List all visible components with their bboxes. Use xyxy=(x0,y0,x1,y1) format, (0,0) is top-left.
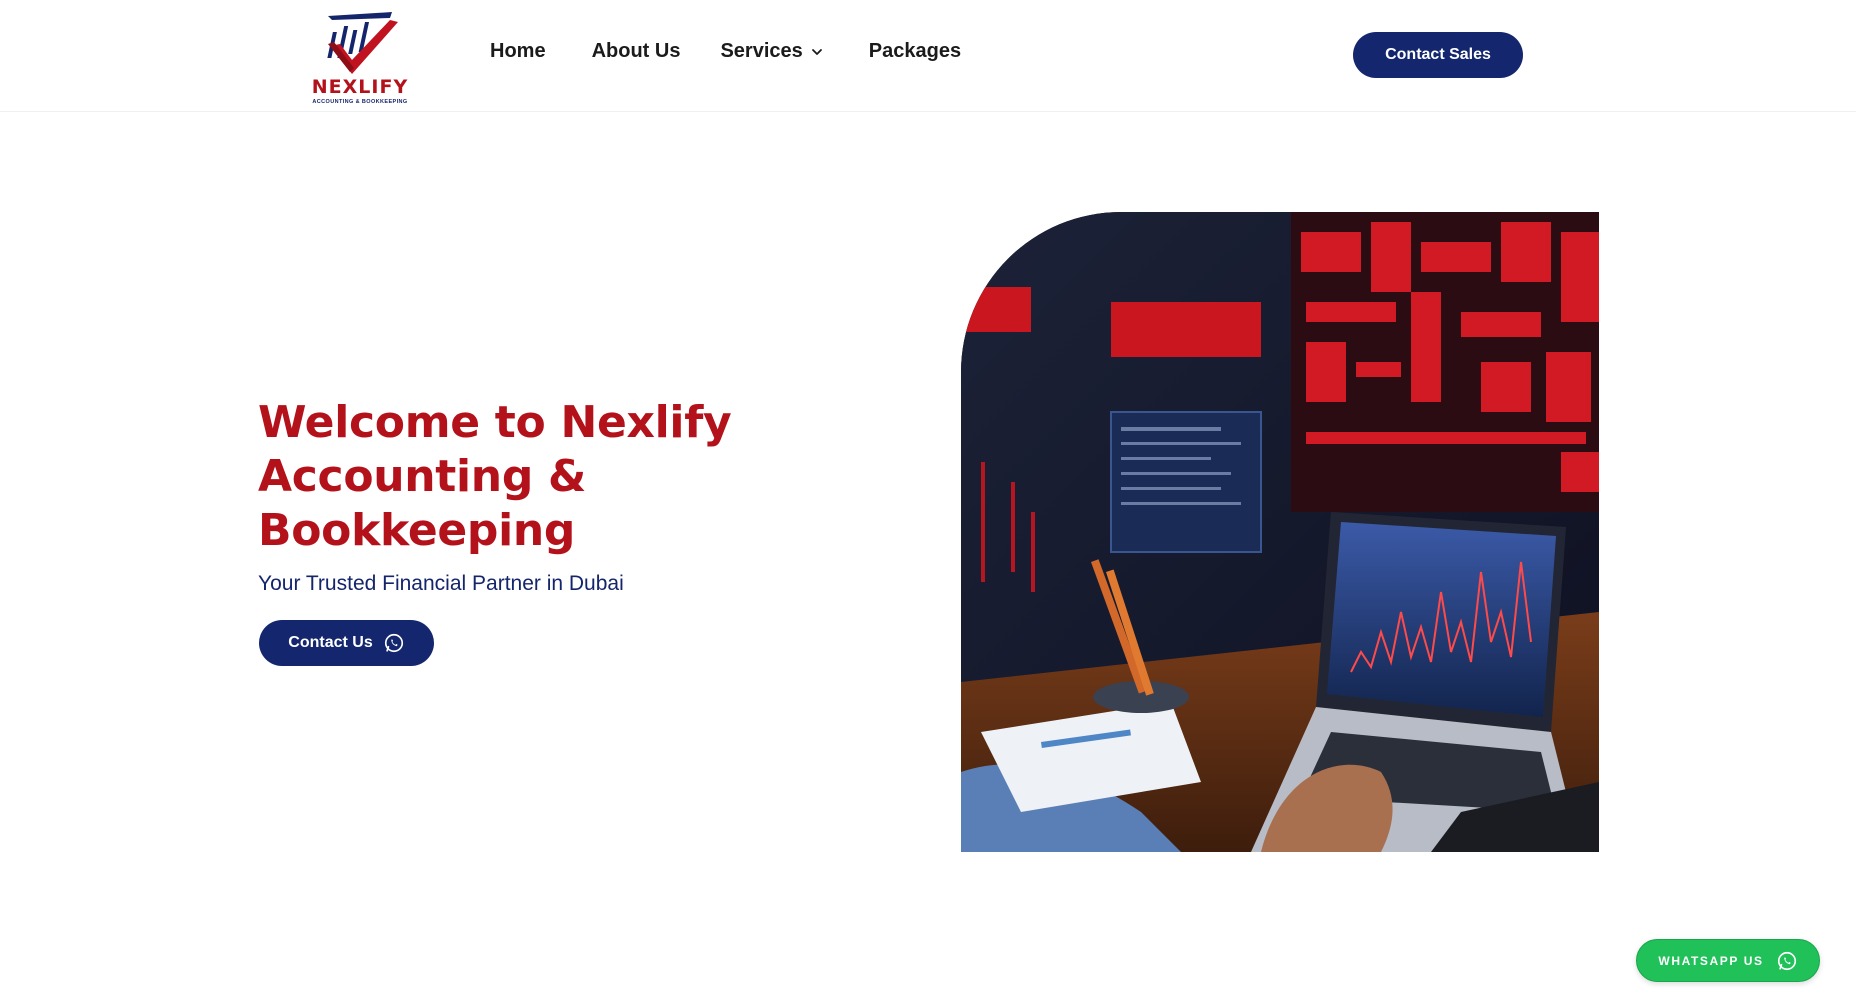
whatsapp-us-label: WHATSAPP US xyxy=(1658,953,1764,968)
chevron-down-icon xyxy=(811,48,822,55)
nav-services[interactable]: Services xyxy=(720,40,822,63)
site-header: NEXLIFY ACCOUNTING & BOOKKEEPING Home Ab… xyxy=(0,0,1856,112)
whatsapp-icon xyxy=(1777,951,1796,970)
nav-services-label: Services xyxy=(720,40,803,62)
accounting-dashboard-photo-icon xyxy=(961,212,1599,852)
brand-name: NEXLIFY xyxy=(311,76,409,98)
whatsapp-icon xyxy=(384,633,403,653)
whatsapp-us-button[interactable]: WHATSAPP US xyxy=(1636,939,1820,982)
contact-us-button[interactable]: Contact Us xyxy=(259,620,434,666)
nav-home[interactable]: Home xyxy=(490,40,546,63)
nav-packages[interactable]: Packages xyxy=(869,40,961,63)
hero-title: Welcome to Nexlify Accounting & Bookkeep… xyxy=(258,397,732,556)
logo-chart-check-icon xyxy=(327,12,398,74)
brand-logo[interactable]: NEXLIFY ACCOUNTING & BOOKKEEPING xyxy=(300,8,420,108)
hero-subtitle: Your Trusted Financial Partner in Dubai xyxy=(258,572,624,595)
nav-about-us-label: About Us xyxy=(591,40,681,62)
main-nav: Home About Us Services Packages xyxy=(490,40,961,63)
brand-tagline: ACCOUNTING & BOOKKEEPING xyxy=(312,99,408,105)
nav-about-us[interactable]: About Us xyxy=(592,40,681,63)
contact-us-label: Contact Us xyxy=(288,634,373,651)
nav-home-label: Home xyxy=(490,40,546,62)
hero-image xyxy=(961,212,1599,852)
contact-sales-button[interactable]: Contact Sales xyxy=(1353,32,1523,78)
nav-packages-label: Packages xyxy=(868,40,962,62)
